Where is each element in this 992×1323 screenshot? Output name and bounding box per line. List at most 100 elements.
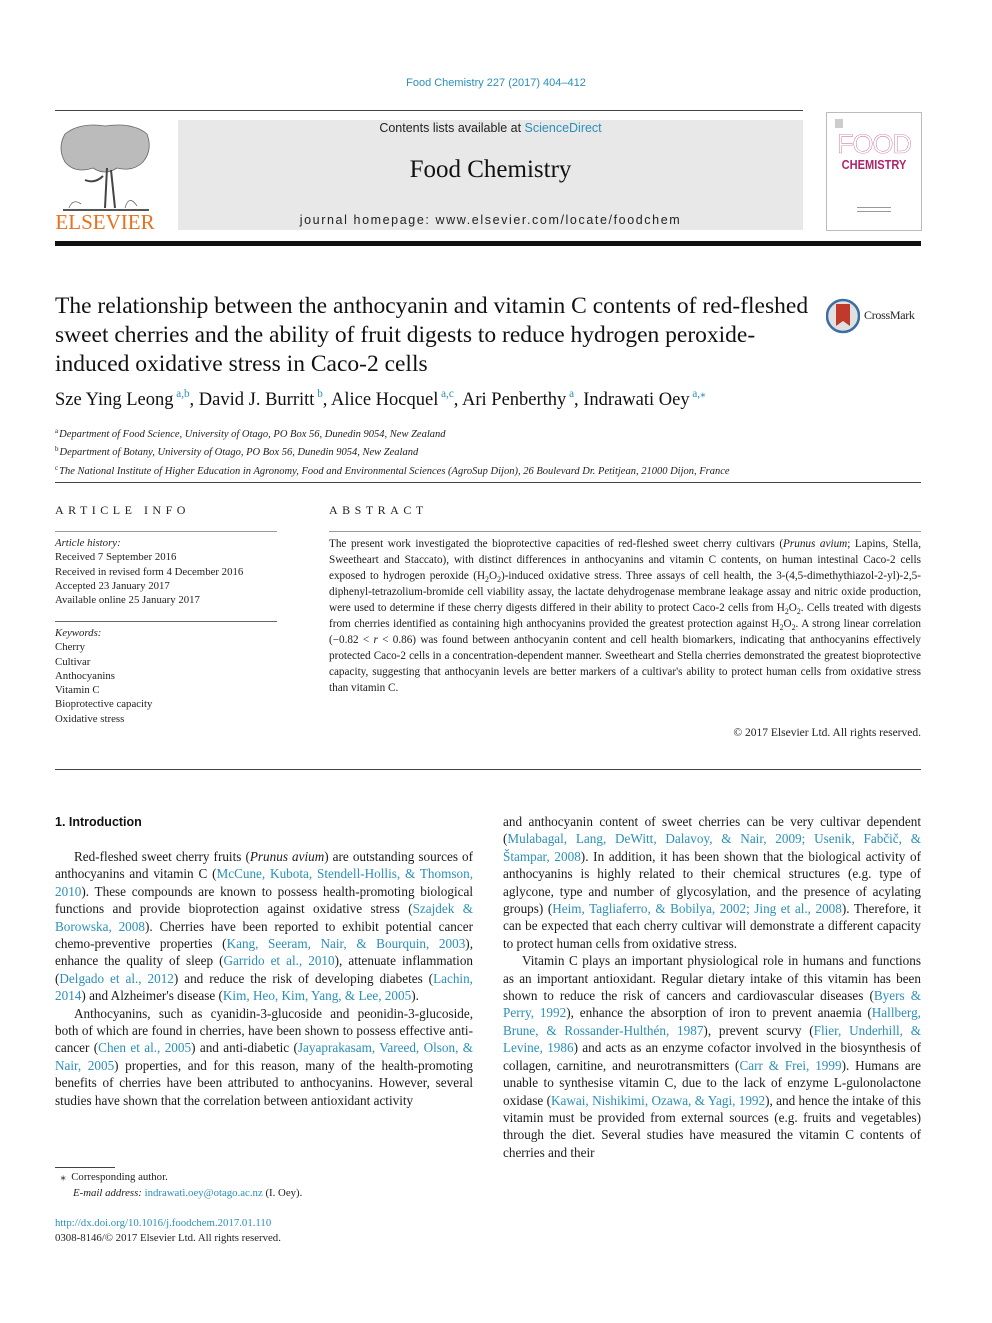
corresponding-author-note: ⁎ Corresponding author. xyxy=(55,1170,302,1186)
author-name[interactable]: Sze Ying Leong xyxy=(55,390,174,410)
text-run: ). These compounds are known to possess … xyxy=(55,883,473,917)
keywords-label: Keywords: xyxy=(55,627,102,639)
citation-link[interactable]: Kawai, Nishikimi, Ozawa, & Yagi, 1992 xyxy=(551,1093,765,1108)
affiliation-mark: a xyxy=(55,427,59,435)
keyword-item: Cherry xyxy=(55,641,85,654)
text-run: Vitamin C plays an important physiologic… xyxy=(503,953,921,1004)
author-affiliation-mark[interactable]: a,c xyxy=(438,388,454,400)
text-run: ) properties, and for this reason, many … xyxy=(55,1057,474,1108)
journal-citation[interactable]: Food Chemistry 227 (2017) 404–412 xyxy=(0,77,992,89)
author-name[interactable]: David J. Burritt xyxy=(199,390,315,410)
affiliation-text: Department of Food Science, University o… xyxy=(59,428,446,440)
keyword-item: Oxidative stress xyxy=(55,712,125,725)
abstract-heading: ABSTRACT xyxy=(329,503,428,517)
doi-link[interactable]: http://dx.doi.org/10.1016/j.foodchem.201… xyxy=(55,1217,271,1229)
citation-link[interactable]: Heim, Tagliaferro, & Bobilya, 2002; Jing… xyxy=(552,901,842,916)
citation-link[interactable]: Garrido et al., 2010 xyxy=(224,953,335,968)
history-item: Available online 25 January 2017 xyxy=(55,594,200,607)
cover-publisher-icon xyxy=(835,119,843,128)
affiliation-item: aDepartment of Food Science, University … xyxy=(55,424,730,442)
history-label: Article history: xyxy=(55,537,121,549)
crossmark-icon xyxy=(825,298,861,334)
citation-link[interactable]: Kang, Seeram, Nair, & Bourquin, 2003 xyxy=(227,936,466,951)
header-divider xyxy=(55,110,803,111)
author-name[interactable]: Indrawati Oey xyxy=(583,390,689,410)
cover-title-food: FOOD xyxy=(837,129,912,159)
author-name[interactable]: Alice Hocquel xyxy=(331,390,438,410)
keyword-item: Bioprotective capacity xyxy=(55,698,153,711)
affiliation-text: The National Institute of Higher Educati… xyxy=(59,465,730,477)
keywords-list: Keywords: Cherry Cultivar Anthocyanins V… xyxy=(55,626,152,726)
crossmark-button[interactable]: CrossMark xyxy=(825,298,926,334)
author-separator: , xyxy=(189,390,199,410)
text-run: ), prevent scurvy ( xyxy=(703,1022,814,1038)
affiliation-item: bDepartment of Botany, University of Ota… xyxy=(55,442,730,460)
author-affiliation-mark[interactable]: a,b xyxy=(174,388,189,400)
citation-link[interactable]: Delgado et al., 2012 xyxy=(59,971,174,986)
contents-prefix: Contents lists available at xyxy=(379,121,525,135)
article-history: Article history: Received 7 September 20… xyxy=(55,536,243,607)
cover-title-chemistry: CHEMISTRY xyxy=(841,157,907,172)
journal-title: Food Chemistry xyxy=(409,156,572,183)
text-run: ), enhance the absorption of iron to pre… xyxy=(566,1005,872,1021)
abstract-text: The present work investigated the biopro… xyxy=(329,536,921,696)
body-column-right: and anthocyanin content of sweet cherrie… xyxy=(503,813,921,1161)
contents-line: Contents lists available at ScienceDirec… xyxy=(178,121,803,135)
elsevier-wordmark: ELSEVIER xyxy=(55,210,155,234)
body-paragraph: Vitamin C plays an important physiologic… xyxy=(503,952,921,1161)
author-affiliation-mark[interactable]: b xyxy=(314,388,323,400)
history-item: Received 7 September 2016 xyxy=(55,551,177,564)
footnote-divider xyxy=(55,1167,115,1168)
doi-block: http://dx.doi.org/10.1016/j.foodchem.201… xyxy=(55,1216,281,1246)
article-info-heading: ARTICLE INFO xyxy=(55,503,190,517)
author-separator: , xyxy=(322,390,331,410)
affiliation-mark: b xyxy=(55,445,59,454)
history-item: Received in revised form 4 December 2016 xyxy=(55,565,244,578)
text-run: The present work investigated the biopro… xyxy=(329,538,784,550)
text-run: ) and Alzheimer's disease ( xyxy=(81,988,223,1004)
footnotes: ⁎ Corresponding author. E-mail address: … xyxy=(55,1170,302,1201)
sciencedirect-link[interactable]: ScienceDirect xyxy=(525,121,602,135)
journal-homepage-link[interactable]: journal homepage: www.elsevier.com/locat… xyxy=(178,213,803,227)
body-paragraph: Anthocyanins, such as cyanidin-3-glucosi… xyxy=(55,1005,473,1109)
affiliations: aDepartment of Food Science, University … xyxy=(55,424,730,479)
text-run: < 0.86) was found between anthocyanin co… xyxy=(329,634,921,694)
keyword-item: Anthocyanins xyxy=(55,669,115,682)
text-run: ) and reduce the risk of developing diab… xyxy=(173,970,434,986)
citation-link[interactable]: Carr & Frei, 1999 xyxy=(739,1058,841,1073)
issn-copyright: 0308-8146/© 2017 Elsevier Ltd. All right… xyxy=(55,1232,281,1244)
keyword-item: Cultivar xyxy=(55,655,91,668)
text-run: ) and anti-diabetic ( xyxy=(191,1040,298,1056)
author-affiliation-mark[interactable]: a,⁎ xyxy=(690,388,705,400)
email-link[interactable]: indrawati.oey@otago.ac.nz xyxy=(145,1187,263,1199)
asterisk-mark: ⁎ xyxy=(60,1171,66,1183)
abstract-end-divider xyxy=(55,769,921,770)
email-label: E-mail address: xyxy=(73,1186,142,1199)
header-thick-rule xyxy=(55,241,921,246)
body-paragraph: Red-fleshed sweet cherry fruits (Prunus … xyxy=(55,848,473,1005)
keyword-item: Vitamin C xyxy=(55,684,100,697)
text-run: Red-fleshed sweet cherry fruits ( xyxy=(74,849,250,864)
text-run: O xyxy=(783,618,792,630)
article-info-divider xyxy=(55,531,277,532)
abstract-divider xyxy=(329,531,921,532)
author-list: Sze Ying Leong a,b, David J. Burritt b, … xyxy=(55,388,706,411)
author-affiliation-mark[interactable]: a xyxy=(566,388,574,400)
text-run: ). xyxy=(411,988,419,1004)
author-name[interactable]: Ari Penberthy xyxy=(462,390,566,410)
crossmark-label: CrossMark xyxy=(864,308,915,322)
citation-link[interactable]: Kim, Heo, Kim, Yang, & Lee, 2005 xyxy=(223,988,411,1003)
author-separator: , xyxy=(574,390,584,410)
journal-banner: Contents lists available at ScienceDirec… xyxy=(178,120,803,230)
affiliation-item: cThe National Institute of Higher Educat… xyxy=(55,461,730,479)
affiliation-mark: c xyxy=(55,463,59,472)
email-note: E-mail address: indrawati.oey@otago.ac.n… xyxy=(55,1186,302,1202)
abstract-copyright: © 2017 Elsevier Ltd. All rights reserved… xyxy=(733,727,921,739)
italic-text: Prunus avium xyxy=(249,849,325,864)
journal-cover-thumbnail[interactable]: FOOD CHEMISTRY xyxy=(826,112,922,231)
citation-link[interactable]: Chen et al., 2005 xyxy=(98,1040,191,1055)
corresponding-label: Corresponding author. xyxy=(71,1171,168,1183)
text-run: O xyxy=(788,602,797,614)
author-separator: , xyxy=(453,390,462,410)
keywords-divider xyxy=(55,621,277,622)
